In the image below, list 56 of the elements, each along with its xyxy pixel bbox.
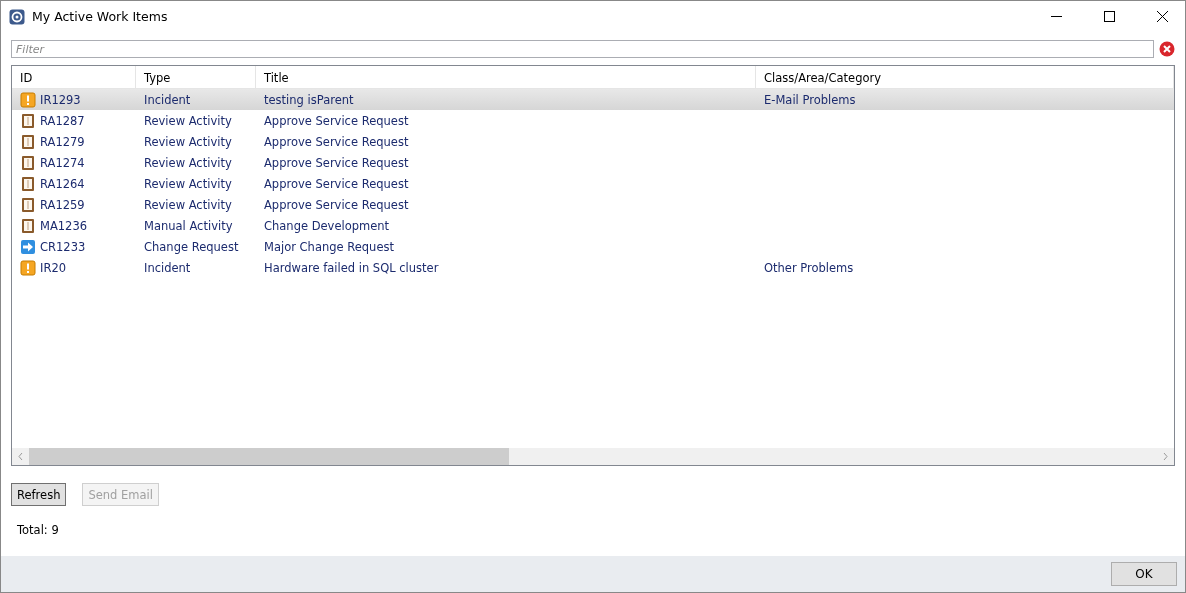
clipboard-icon — [20, 175, 36, 192]
close-icon — [1156, 11, 1168, 22]
table-row[interactable]: IR1293 Incident testing isParent E-Mail Problems — [12, 89, 1174, 110]
table-cell: RA1264 — [40, 176, 85, 191]
table-cell-text: Manual Activity — [143, 218, 234, 233]
table-cell-text: Incident — [143, 92, 192, 107]
table-row[interactable]: CR1233 Change Request Major Change Request — [12, 236, 1174, 257]
total-count: Total: 9 — [17, 523, 60, 537]
table-cell-text: Change Request — [143, 239, 240, 254]
warning-icon — [20, 91, 36, 108]
table-cell-text: Approve Service Request — [263, 113, 410, 128]
table-cell-text: Approve Service Request — [263, 134, 410, 149]
table-cell: IR20 — [40, 260, 66, 275]
table-cell-text: Review Activity — [143, 197, 233, 212]
table-row[interactable]: RA1259 Review Activity Approve Service Request — [12, 194, 1174, 215]
refresh-button[interactable]: Refresh — [11, 483, 67, 506]
horizontal-scrollbar[interactable] — [12, 448, 1174, 465]
table-cell-text: testing isParent — [263, 92, 355, 107]
table-cell: RA1274 — [40, 155, 85, 170]
ok-button[interactable]: OK — [1111, 562, 1177, 586]
table-row[interactable]: IR20 Incident Hardware failed in SQL cluster Other Problems — [12, 257, 1174, 278]
table-cell-text: Hardware failed in SQL cluster — [263, 260, 440, 275]
clipboard-icon — [20, 217, 36, 234]
clipboard-icon — [20, 112, 36, 129]
table-cell: MA1236 — [40, 218, 88, 233]
table-cell-text: Review Activity — [143, 176, 233, 191]
clipboard-icon — [20, 154, 36, 171]
table-cell-text: Change Development — [263, 218, 391, 233]
table-cell: CR1233 — [40, 239, 86, 254]
table-cell: RA1279 — [40, 134, 85, 149]
app-icon — [9, 8, 25, 25]
table-row[interactable]: MA1236 Manual Activity Change Development — [12, 215, 1174, 236]
table-cell-text: Approve Service Request — [263, 176, 410, 191]
table-cell: RA1287 — [40, 113, 85, 128]
table-cell-text: Approve Service Request — [263, 155, 410, 170]
maximize-icon — [1103, 11, 1115, 22]
table-cell: IR1293 — [40, 92, 81, 107]
filter-field[interactable]: Filter — [11, 40, 1154, 58]
table-cell-text: Incident — [143, 260, 192, 275]
clipboard-icon — [20, 196, 36, 213]
table-row[interactable]: RA1287 Review Activity Approve Service Request — [12, 110, 1174, 131]
table-row[interactable]: RA1279 Review Activity Approve Service Request — [12, 131, 1174, 152]
table-cell-text: Review Activity — [143, 113, 233, 128]
clipboard-icon — [20, 133, 36, 150]
table-cell: RA1259 — [40, 197, 85, 212]
table-row[interactable]: RA1264 Review Activity Approve Service Request — [12, 173, 1174, 194]
table-cell-text: Approve Service Request — [263, 197, 410, 212]
table-row[interactable]: RA1274 Review Activity Approve Service Request — [12, 152, 1174, 173]
table-cell-text: Other Problems — [763, 260, 855, 275]
clear-icon[interactable] — [1159, 41, 1175, 57]
table-cell-text: E-Mail Problems — [763, 92, 857, 107]
window-title: My Active Work Items — [32, 9, 169, 24]
table-cell-text: Review Activity — [143, 134, 233, 149]
table-cell-text: Major Change Request — [263, 239, 395, 254]
warning-icon — [20, 259, 36, 276]
table-cell-text: Review Activity — [143, 155, 233, 170]
